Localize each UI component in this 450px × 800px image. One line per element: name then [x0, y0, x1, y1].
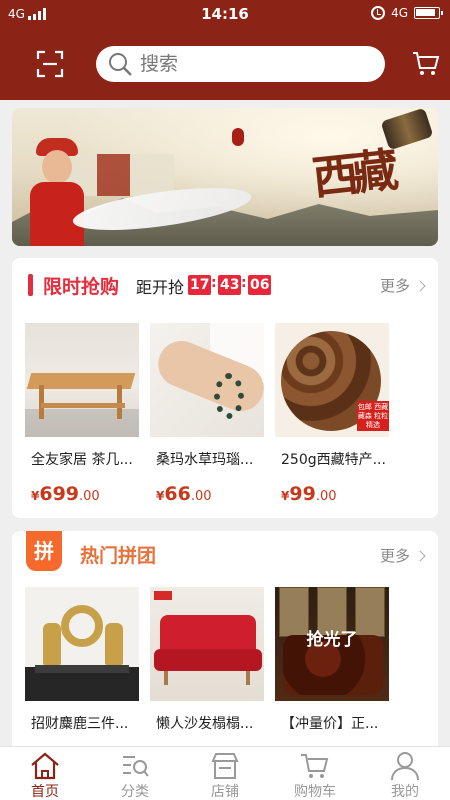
profile-icon [391, 752, 419, 781]
product-image [150, 587, 264, 701]
banner-lantern-image [232, 128, 244, 146]
product-price: ¥99.00 [281, 483, 337, 505]
product-image [25, 323, 139, 437]
tab-label: 店铺 [211, 784, 239, 800]
category-icon [123, 756, 149, 777]
cart-icon[interactable] [412, 50, 440, 78]
cart-icon [301, 754, 329, 778]
countdown-label: 距开抢 [136, 278, 185, 297]
tab-category[interactable]: 分类 [90, 747, 180, 800]
search-bar[interactable] [96, 46, 385, 82]
product-card[interactable]: 懒人沙发榻榻... [150, 587, 264, 733]
more-label: 更多 [379, 277, 410, 295]
product-price: ¥66.00 [156, 483, 212, 505]
flash-sale-section: 限时抢购 距开抢 17 : 43 : 06 更多 全友家居 茶几... ¥699… [12, 258, 438, 518]
chevron-right-icon [414, 549, 426, 562]
product-name: 桑玛水草玛瑙... [156, 452, 254, 468]
tab-label: 购物车 [294, 784, 336, 800]
status-bar: 4G 14:16 4G [0, 0, 450, 30]
countdown-colon: : [241, 275, 247, 291]
countdown-seconds: 06 [248, 275, 272, 295]
promo-banner[interactable]: 西藏 [12, 108, 438, 246]
countdown-minutes: 43 [218, 275, 242, 295]
product-name: 懒人沙发榻榻... [156, 716, 254, 732]
home-icon [31, 752, 59, 780]
flash-sale-more-link[interactable]: 更多 [379, 275, 426, 296]
countdown-hours: 17 [188, 275, 212, 295]
alarm-icon [371, 6, 386, 20]
flash-sale-header: 限时抢购 距开抢 17 : 43 : 06 更多 [12, 258, 438, 312]
group-buy-section: 拼 热门拼团 更多 招财麋鹿三件... 懒人沙发榻榻... 抢光了 【冲量价】正… [12, 531, 438, 761]
product-card[interactable]: 全友家居 茶几... ¥699.00 [25, 323, 139, 505]
tab-label: 首页 [31, 784, 59, 800]
bottom-tab-bar: 首页 分类 店铺 购物车 我的 [0, 746, 450, 800]
banner-face-image [42, 150, 72, 184]
search-icon [109, 53, 132, 76]
scan-icon[interactable] [36, 50, 64, 78]
group-buy-badge: 拼 [26, 531, 62, 571]
product-card[interactable]: 招财麋鹿三件... [25, 587, 139, 733]
group-buy-title: 热门拼团 [80, 545, 157, 567]
product-name: 【冲量价】正... [281, 716, 379, 732]
sold-out-label: 抢光了 [306, 630, 358, 650]
tab-profile[interactable]: 我的 [360, 747, 450, 800]
product-card[interactable]: 包邮 西藏藏森 粒粒精选 250g西藏特产... ¥99.00 [275, 323, 389, 505]
search-input[interactable] [140, 53, 360, 75]
product-card[interactable]: 桑玛水草玛瑙... ¥66.00 [150, 323, 264, 505]
product-name: 全友家居 茶几... [31, 452, 133, 468]
tab-cart[interactable]: 购物车 [270, 747, 360, 800]
group-buy-more-link[interactable]: 更多 [379, 545, 426, 566]
chevron-right-icon [414, 279, 426, 292]
tab-label: 分类 [121, 784, 149, 800]
product-name: 250g西藏特产... [281, 452, 386, 468]
product-price: ¥699.00 [31, 483, 100, 505]
banner-calligraphy-logo: 西藏 [309, 142, 395, 206]
section-accent-bar [28, 274, 33, 296]
tab-shop[interactable]: 店铺 [180, 747, 270, 800]
status-right: 4G [371, 6, 443, 20]
tab-home[interactable]: 首页 [0, 747, 90, 800]
product-image [150, 323, 264, 437]
more-label: 更多 [379, 547, 410, 565]
product-image [25, 587, 139, 701]
tab-label: 我的 [391, 784, 419, 800]
flash-sale-title: 限时抢购 [43, 276, 120, 298]
network-label-right: 4G [391, 6, 408, 20]
shop-icon [211, 753, 239, 779]
product-image: 包邮 西藏藏森 粒粒精选 [275, 323, 389, 437]
product-image: 抢光了 [275, 587, 389, 701]
product-name: 招财麋鹿三件... [31, 716, 129, 732]
free-shipping-tag: 包邮 西藏藏森 粒粒精选 [357, 401, 389, 431]
banner-dress-image [30, 182, 84, 246]
product-card[interactable]: 抢光了 【冲量价】正... [275, 587, 389, 733]
battery-icon [414, 7, 443, 19]
app-header: 4G 14:16 4G [0, 0, 450, 100]
countdown-colon: : [211, 275, 217, 291]
